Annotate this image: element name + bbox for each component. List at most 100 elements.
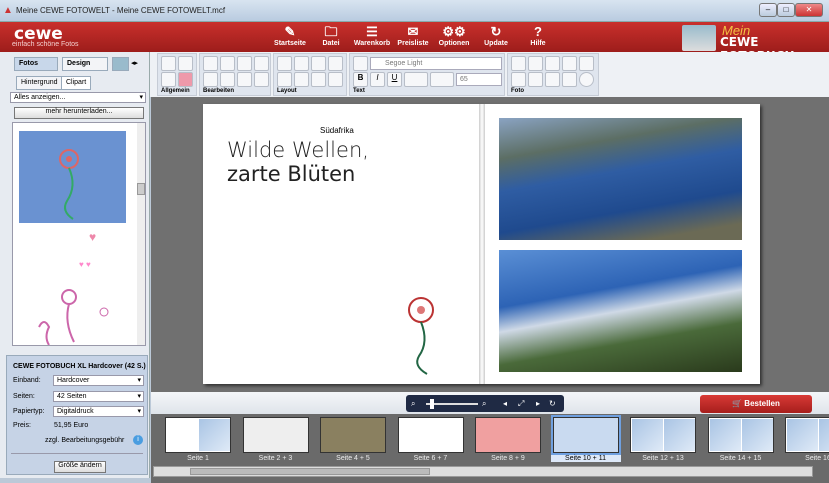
undo-icon[interactable] [203, 56, 218, 71]
thumbnail-label[interactable]: Seite 1 [163, 455, 233, 462]
save-as-icon[interactable] [161, 72, 176, 87]
tab-design[interactable]: Design [62, 57, 108, 71]
page-thumbnail[interactable] [550, 415, 621, 455]
flower-clipart[interactable] [401, 292, 445, 376]
papiertyp-select[interactable]: Digitaldruck [53, 406, 144, 417]
bottom-panel: ⌕ ⌕ ◂ ⤢ ▸ ↻ 🛒 Bestellen Seite 1 Seite 2 +… [151, 392, 829, 483]
info-icon[interactable]: i [133, 435, 143, 445]
page-spread[interactable]: Südafrika Wilde Wellen, zarte Blüten [203, 104, 760, 384]
thumbnail-label[interactable]: Seite 12 + 13 [628, 455, 698, 462]
rotate-left-icon[interactable] [311, 56, 326, 71]
close-button[interactable]: ✕ [795, 3, 823, 17]
layout-icon-3[interactable] [277, 72, 292, 87]
fill-color-button[interactable] [430, 72, 454, 87]
fit-screen-icon[interactable]: ⤢ [518, 395, 524, 412]
back-icon[interactable] [328, 72, 343, 87]
copy-icon[interactable] [203, 72, 218, 87]
prev-page-icon[interactable]: ◂ [503, 395, 507, 412]
page-thumbnail[interactable] [397, 417, 464, 453]
page-thumbnail[interactable] [475, 417, 541, 453]
font-color-button[interactable] [404, 72, 428, 87]
nav-update[interactable]: ↻ Update [472, 24, 520, 47]
photo-insert-icon[interactable] [511, 56, 526, 71]
book-spine [479, 104, 485, 384]
image-icon[interactable] [579, 56, 594, 71]
clipart-hearts-flowers[interactable]: ♥ ♥ ♥ [19, 227, 126, 346]
thumbnail-label[interactable]: Seite 2 + 3 [241, 455, 311, 462]
thumbnail-label[interactable]: Seite 10 + 11 [550, 455, 621, 462]
zoom-photo-icon[interactable] [528, 56, 543, 71]
redo-icon[interactable] [220, 56, 235, 71]
paste-icon[interactable] [220, 72, 235, 87]
page-thumbnail[interactable] [785, 417, 829, 453]
slogan: einfach schöne Fotos [12, 41, 79, 48]
thumbnail-label[interactable]: Seite 16 [783, 455, 829, 462]
zoom-out-icon[interactable]: ⌕ [411, 395, 415, 412]
zoom-in-icon[interactable]: ⌕ [482, 395, 486, 412]
thumbnail-label[interactable]: Seite 8 + 9 [473, 455, 543, 462]
grid-icon[interactable] [237, 56, 252, 71]
subtab-clipart[interactable]: Clipart [61, 76, 92, 90]
thumbnail-label[interactable]: Seite 4 + 5 [318, 455, 388, 462]
einband-label: Einband: [13, 377, 41, 384]
italic-button[interactable]: I [370, 72, 385, 87]
fit-icon[interactable] [562, 72, 577, 87]
seiten-select[interactable]: 42 Seiten [53, 391, 144, 402]
globe-icon[interactable] [254, 56, 269, 71]
minimize-button[interactable]: – [759, 3, 777, 17]
thumbnail-label[interactable]: Seite 14 + 15 [706, 455, 776, 462]
zoom-plus-icon[interactable] [545, 56, 560, 71]
layout-icon-1[interactable] [277, 56, 292, 71]
crop-icon[interactable] [545, 72, 560, 87]
next-page-icon[interactable]: ▸ [536, 395, 540, 412]
effects-icon[interactable] [511, 72, 526, 87]
page-title-line2[interactable]: zarte Blüten [227, 162, 355, 186]
page-thumbnail[interactable] [630, 417, 696, 453]
circle-icon[interactable] [579, 72, 594, 87]
font-select[interactable]: Segoe Light [370, 57, 502, 70]
page-thumbnail[interactable] [242, 417, 309, 453]
underline-button[interactable]: U [387, 72, 402, 87]
page-thumbnail[interactable] [165, 417, 231, 453]
group-bearbeiten: Bearbeiten [199, 53, 271, 96]
photobook-image [682, 25, 716, 51]
layout-icon-2[interactable] [294, 56, 309, 71]
resize-button[interactable]: Größe ändern [54, 461, 106, 473]
new-page-icon[interactable] [178, 56, 193, 71]
tab-scroll-arrows[interactable]: ◂▸ [131, 59, 138, 67]
nav-hilfe[interactable]: ? Hilfe [514, 24, 562, 47]
font-size-select[interactable]: 65 [456, 73, 502, 86]
maximize-button[interactable]: □ [777, 3, 795, 17]
rotate-photo-icon[interactable] [528, 72, 543, 87]
tab-fotos[interactable]: Fotos [14, 57, 58, 71]
cut-icon[interactable] [237, 72, 252, 87]
order-button[interactable]: 🛒 Bestellen [700, 395, 812, 413]
subtab-hintergrund[interactable]: Hintergrund [16, 76, 63, 90]
page-thumbnail[interactable] [320, 417, 386, 453]
text-icon[interactable] [353, 56, 368, 71]
rotate-view-icon[interactable]: ↻ [549, 395, 556, 412]
assistant-icon[interactable] [178, 72, 193, 87]
page-title-line1[interactable]: Wilde Wellen, [227, 138, 369, 162]
thumbnail-scrollbar[interactable] [153, 466, 813, 477]
tab-layout-view[interactable] [112, 57, 129, 71]
save-icon[interactable] [161, 56, 176, 71]
zoom-slider[interactable] [426, 399, 478, 409]
page-thumbnail[interactable] [707, 417, 774, 453]
einband-select[interactable]: Hardcover [53, 375, 144, 386]
rotate-right-icon[interactable] [328, 56, 343, 71]
more-download-button[interactable]: mehr herunterladen... [14, 107, 144, 119]
nav-optionen[interactable]: ⚙⚙ Optionen [430, 24, 478, 47]
frame-icon[interactable] [562, 56, 577, 71]
page-subtitle[interactable]: Südafrika [320, 126, 354, 135]
clipart-scrollbar[interactable] [137, 123, 145, 345]
photo-coast-rocks[interactable] [499, 118, 742, 240]
bold-button[interactable]: B [353, 72, 368, 87]
delete-icon[interactable] [254, 72, 269, 87]
front-icon[interactable] [311, 72, 326, 87]
photo-protea-flowers[interactable] [499, 250, 742, 372]
thumbnail-label[interactable]: Seite 6 + 7 [396, 455, 466, 462]
layout-icon-4[interactable] [294, 72, 309, 87]
clipart-flower-blue[interactable] [19, 131, 126, 223]
filter-select[interactable]: Alles anzeigen... [10, 92, 146, 103]
